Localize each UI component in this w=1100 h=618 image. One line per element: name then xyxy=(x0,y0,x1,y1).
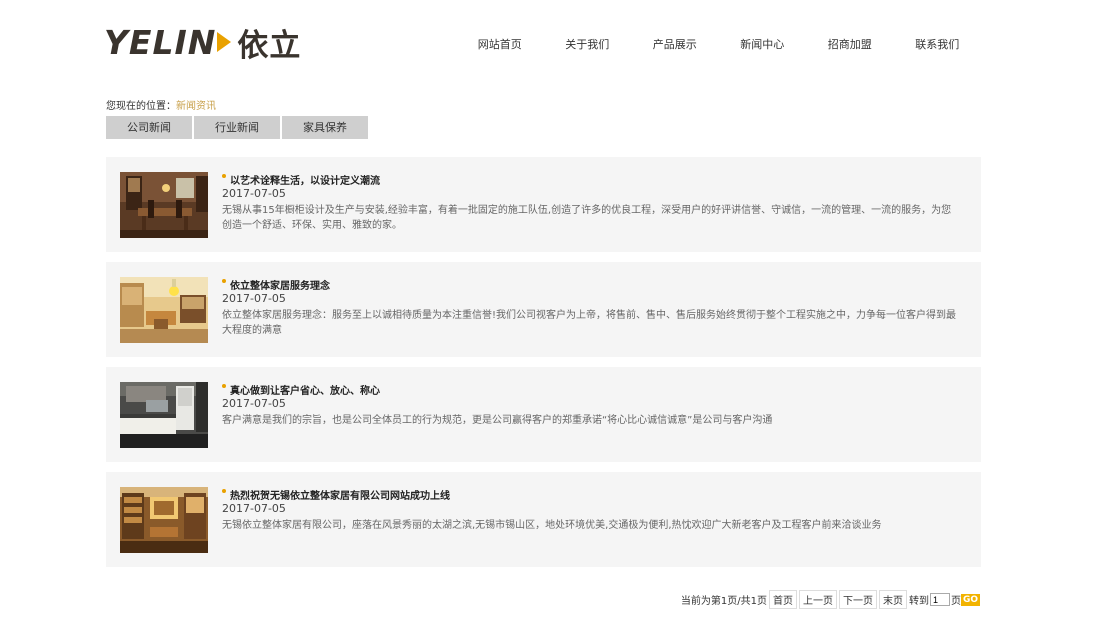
prev-page-button[interactable]: 上一页 xyxy=(798,590,837,609)
news-summary: 无锡依立整体家居有限公司，座落在风景秀丽的太湖之滨,无锡市锡山区，地处环境优美,… xyxy=(222,520,882,531)
goto-prefix: 转到 xyxy=(908,596,929,607)
next-page-button[interactable]: 下一页 xyxy=(838,590,877,609)
breadcrumb-current[interactable]: 新闻资讯 xyxy=(176,101,216,112)
news-summary: 客户满意是我们的宗旨，也是公司全体员工的行为规范，更是公司赢得客户的郑重承诺“将… xyxy=(222,415,773,426)
goto-suffix: 页 xyxy=(950,596,961,607)
pagination: 当前为第1页/共1页 首页 上一页 下一页 末页 转到 页 GO xyxy=(681,590,980,609)
logo-chinese-name: 依立 xyxy=(237,27,302,64)
news-body: 依立整体家居服务理念 2017-07-05 依立整体家居服务理念：服务至上以诚相… xyxy=(222,277,957,338)
news-summary: 依立整体家居服务理念：服务至上以诚相待质量为本注重信誉!我们公司视客户为上帝，将… xyxy=(222,310,957,336)
tab-industry-news[interactable]: 行业新闻 xyxy=(194,116,280,139)
news-date: 2017-07-05 xyxy=(222,397,286,410)
news-item: 热烈祝贺无锡依立整体家居有限公司网站成功上线 2017-07-05 无锡依立整体… xyxy=(106,472,981,567)
news-date: 2017-07-05 xyxy=(222,187,286,200)
nav-item-about[interactable]: 关于我们 xyxy=(544,36,632,52)
news-title-text: 真心做到让客户省心、放心、称心 xyxy=(230,385,380,397)
site-logo[interactable]: YELIN 依立 xyxy=(104,22,302,64)
page-info: 当前为第1页/共1页 xyxy=(680,596,767,607)
site-header: YELIN 依立 网站首页 关于我们 产品展示 新闻中心 招商加盟 联系我们 xyxy=(0,0,1100,90)
page-number-input[interactable] xyxy=(929,593,950,606)
dining-room-image[interactable] xyxy=(120,172,208,238)
first-page-button[interactable]: 首页 xyxy=(768,590,797,609)
news-item: 以艺术诠释生活，以设计定义潮流 2017-07-05 无锡从事15年橱柜设计及生… xyxy=(106,157,981,252)
news-title-text: 热烈祝贺无锡依立整体家居有限公司网站成功上线 xyxy=(230,490,450,502)
study-room-image[interactable] xyxy=(120,487,208,553)
logo-wordmark: YELIN xyxy=(104,22,217,62)
news-list: 以艺术诠释生活，以设计定义潮流 2017-07-05 无锡从事15年橱柜设计及生… xyxy=(106,157,981,577)
news-body: 以艺术诠释生活，以设计定义潮流 2017-07-05 无锡从事15年橱柜设计及生… xyxy=(222,172,957,233)
nav-item-contact[interactable]: 联系我们 xyxy=(894,36,982,52)
bullet-icon xyxy=(222,279,226,283)
last-page-button[interactable]: 末页 xyxy=(878,590,907,609)
nav-item-franchise[interactable]: 招商加盟 xyxy=(806,36,894,52)
news-title-link[interactable]: 真心做到让客户省心、放心、称心 xyxy=(222,382,957,397)
news-date: 2017-07-05 xyxy=(222,502,286,515)
news-title-text: 以艺术诠释生活，以设计定义潮流 xyxy=(230,175,380,187)
nav-item-home[interactable]: 网站首页 xyxy=(456,36,544,52)
main-nav: 网站首页 关于我们 产品展示 新闻中心 招商加盟 联系我们 xyxy=(456,36,981,52)
news-item: 真心做到让客户省心、放心、称心 2017-07-05 客户满意是我们的宗旨，也是… xyxy=(106,367,981,462)
news-body: 热烈祝贺无锡依立整体家居有限公司网站成功上线 2017-07-05 无锡依立整体… xyxy=(222,487,957,533)
news-item: 依立整体家居服务理念 2017-07-05 依立整体家居服务理念：服务至上以诚相… xyxy=(106,262,981,357)
news-body: 真心做到让客户省心、放心、称心 2017-07-05 客户满意是我们的宗旨，也是… xyxy=(222,382,957,428)
news-date: 2017-07-05 xyxy=(222,292,286,305)
breadcrumb: 您现在的位置：新闻资讯 xyxy=(106,97,216,112)
news-title-link[interactable]: 以艺术诠释生活，以设计定义潮流 xyxy=(222,172,957,187)
news-title-text: 依立整体家居服务理念 xyxy=(230,280,330,292)
bullet-icon xyxy=(222,384,226,388)
tab-furniture-care[interactable]: 家具保养 xyxy=(282,116,368,139)
breadcrumb-prefix: 您现在的位置： xyxy=(106,101,176,112)
nav-item-news[interactable]: 新闻中心 xyxy=(719,36,807,52)
tab-company-news[interactable]: 公司新闻 xyxy=(106,116,192,139)
living-room-image[interactable] xyxy=(120,277,208,343)
logo-play-icon xyxy=(217,32,232,52)
kitchen-image[interactable] xyxy=(120,382,208,448)
bullet-icon xyxy=(222,174,226,178)
news-title-link[interactable]: 依立整体家居服务理念 xyxy=(222,277,957,292)
news-summary: 无锡从事15年橱柜设计及生产与安装,经验丰富，有着一批固定的施工队伍,创造了许多… xyxy=(222,205,952,231)
news-category-tabs: 公司新闻 行业新闻 家具保养 xyxy=(106,116,370,139)
news-title-link[interactable]: 热烈祝贺无锡依立整体家居有限公司网站成功上线 xyxy=(222,487,957,502)
bullet-icon xyxy=(222,489,226,493)
go-button[interactable]: GO xyxy=(960,593,980,606)
nav-item-products[interactable]: 产品展示 xyxy=(631,36,719,52)
